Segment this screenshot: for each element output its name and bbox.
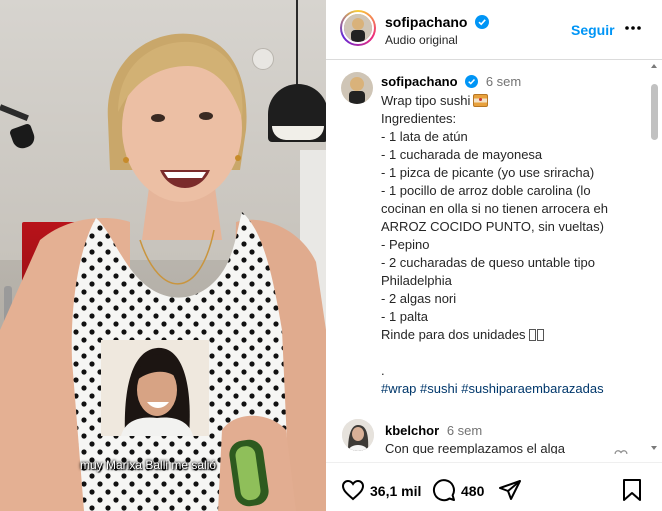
author-avatar	[342, 12, 374, 44]
post-actions-bar: 36,1 mil 480	[326, 462, 662, 511]
instagram-reel-view: muy Marixa Balli me salió sofipachano Au…	[0, 0, 662, 511]
likes-count[interactable]: 36,1 mil	[370, 483, 421, 499]
author-username-link[interactable]: sofipachano	[385, 14, 467, 30]
caption-line: - 1 pizca de picante (yo use sriracha)	[381, 165, 595, 180]
follow-button[interactable]: Seguir	[571, 22, 615, 38]
commenter-avatar[interactable]	[342, 419, 374, 451]
caption-dot: .	[381, 363, 385, 378]
scroll-down-arrow-icon[interactable]	[651, 446, 657, 450]
audio-link[interactable]: Audio original	[385, 33, 458, 47]
comment-item: kbelchor 6 sem Con que reemplazamos el a…	[326, 419, 662, 454]
caption-header: sofipachano 6 sem	[381, 74, 521, 89]
caption-yield-line: Rinde para dos unidades	[381, 326, 631, 344]
caption-line: - 1 pocillo de arroz doble carolina (lo	[381, 183, 591, 198]
caption-line: - 1 palta	[381, 309, 428, 324]
more-options-icon[interactable]	[623, 18, 643, 38]
verified-badge-icon	[475, 15, 490, 29]
comment-like-heart-icon[interactable]	[614, 449, 628, 454]
commenter-username-link[interactable]: kbelchor	[385, 423, 439, 438]
reel-video[interactable]: muy Marixa Balli me salió	[0, 0, 326, 511]
caption-timestamp[interactable]: 6 sem	[486, 74, 521, 89]
reaction-woman-image	[101, 340, 209, 436]
caption-scrollbar[interactable]	[648, 62, 660, 454]
comment-header: kbelchor 6 sem	[385, 423, 482, 438]
caption-line: - Pepino	[381, 237, 430, 252]
caption-line: - 1 cucharada de mayonesa	[381, 147, 543, 162]
caption-line: ARROZ COCIDO PUNTO, sin vueltas)	[381, 219, 604, 234]
caption-line: Ingredientes:	[381, 111, 457, 126]
caption-line: Philadelphia	[381, 273, 452, 288]
verified-badge-icon	[465, 75, 479, 88]
scroll-up-arrow-icon[interactable]	[651, 64, 657, 68]
heart-icon[interactable]	[341, 478, 365, 502]
post-header: sofipachano Audio original Seguir	[326, 0, 662, 60]
share-icon[interactable]	[498, 478, 522, 502]
bookmark-icon[interactable]	[621, 478, 643, 502]
author-username-row: sofipachano	[385, 14, 490, 30]
scrollbar-thumb[interactable]	[651, 84, 658, 140]
post-side-panel: sofipachano Audio original Seguir sofipa…	[326, 0, 662, 511]
hashtag-link[interactable]: #wrap	[381, 381, 416, 396]
caption-yield: Rinde para dos unidades	[381, 327, 526, 342]
sushi-emoji-icon	[473, 94, 489, 107]
caption-text: Wrap tipo sushi Ingredientes: - 1 lata d…	[381, 92, 631, 398]
reaction-picture-in-picture	[101, 340, 209, 436]
unsupported-emoji-icon	[529, 326, 545, 344]
hashtag-link[interactable]: #sushiparaembarazadas	[461, 381, 603, 396]
hashtag-link[interactable]: #sushi	[420, 381, 458, 396]
video-subtitle: muy Marixa Balli me salió	[80, 458, 217, 472]
caption-title: Wrap tipo sushi	[381, 93, 471, 108]
comment-timestamp[interactable]: 6 sem	[447, 423, 482, 438]
caption-line: cocinan en olla si no tienen arrocera eh	[381, 201, 608, 216]
hashtag-list: #wrap #sushi #sushiparaembarazadas	[381, 380, 631, 398]
caption-line: - 2 algas nori	[381, 291, 457, 306]
caption-username-link[interactable]: sofipachano	[381, 74, 458, 89]
caption-title-line: Wrap tipo sushi	[381, 92, 631, 110]
comments-count[interactable]: 480	[461, 483, 484, 499]
comment-text: Con que reemplazamos el alga	[385, 441, 565, 454]
caption-line: - 1 lata de atún	[381, 129, 468, 144]
author-avatar-story-ring[interactable]	[340, 10, 376, 46]
comment-icon[interactable]	[432, 478, 456, 502]
caption-and-comments[interactable]: sofipachano 6 sem Wrap tipo sushi Ingred…	[326, 61, 662, 454]
caption-line: - 2 cucharadas de queso untable tipo	[381, 255, 595, 270]
caption-author-avatar[interactable]	[341, 72, 373, 104]
